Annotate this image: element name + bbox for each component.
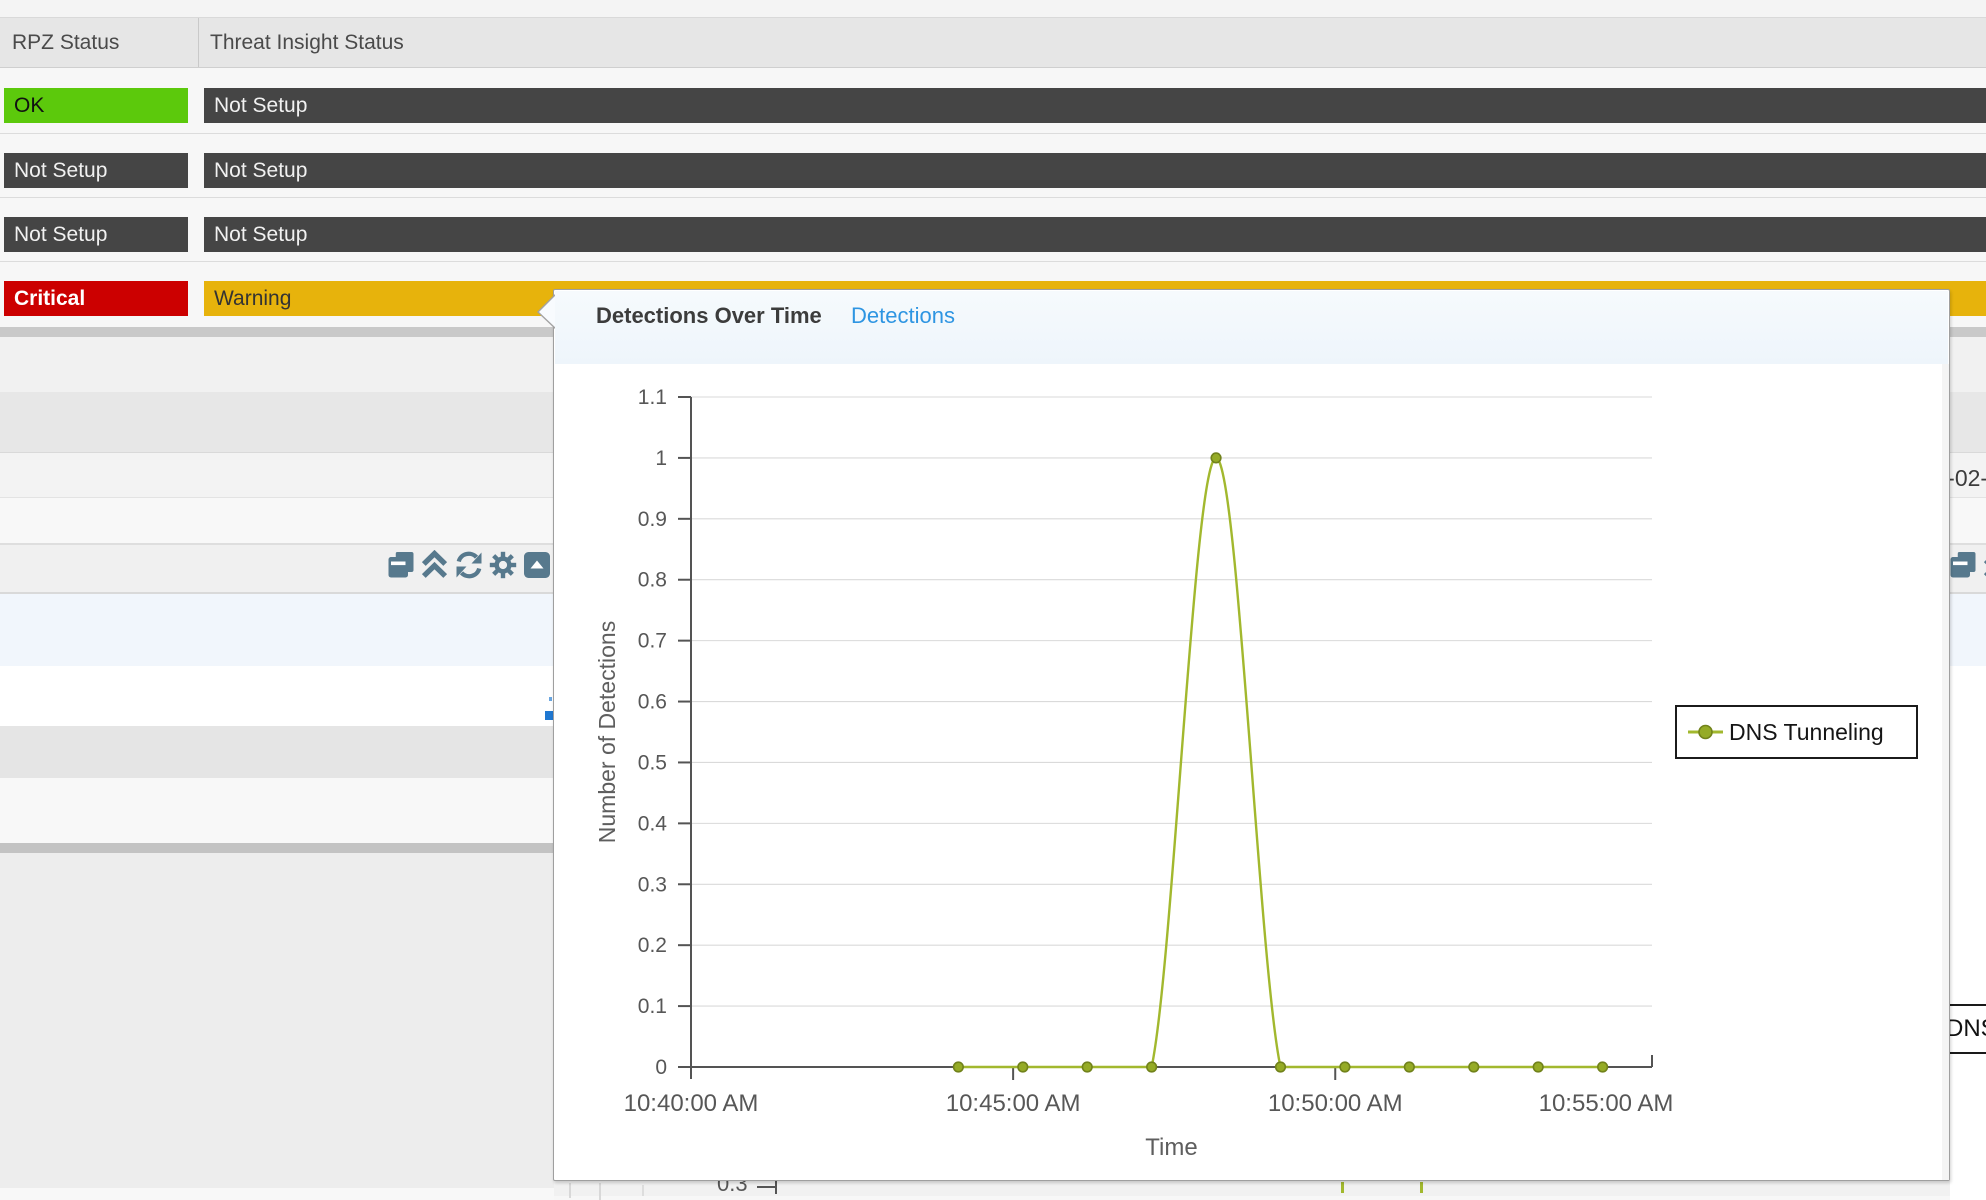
- chart-legend-label[interactable]: DNS Tunneling: [1729, 719, 1884, 745]
- chart-y-tick-label: 0.9: [638, 508, 667, 531]
- right-widget-toolbar-copy-icon[interactable]: [1949, 550, 1977, 580]
- underlying-panel-edge: [569, 1183, 571, 1198]
- status-badge-ti-row1[interactable]: Not Setup: [204, 88, 1986, 123]
- status-table-header: RPZ Status Threat Insight Status: [0, 17, 1986, 68]
- row-divider: [0, 133, 1986, 134]
- series-marker: [1469, 1062, 1479, 1072]
- underlying-panel-edge: [599, 1183, 601, 1200]
- chart-y-tick-label: 0.3: [638, 873, 667, 896]
- status-badge-rpz-row4[interactable]: Critical: [4, 281, 188, 316]
- widget-toolbar-collapse-icon[interactable]: [421, 550, 449, 580]
- chart-y-tick-label: 1: [655, 447, 667, 470]
- chart-y-axis-title: Number of Detections: [594, 621, 620, 843]
- column-divider: [198, 18, 199, 67]
- blue-link-icon: [545, 711, 553, 720]
- chart-y-tick-label: 0.8: [638, 569, 667, 592]
- chart-x-tick-label: 10:40:00 AM: [624, 1090, 759, 1117]
- underlying-yaxis-line: [775, 1181, 777, 1194]
- widget-toolbar-expand-icon-part[interactable]: [523, 550, 551, 580]
- chart-x-tick-label: 10:50:00 AM: [1268, 1090, 1403, 1117]
- widget-toolbar-collapse-icon-part[interactable]: [421, 550, 449, 580]
- widget-toolbar-copy-icon-part-part[interactable]: [391, 562, 406, 566]
- series-marker: [1276, 1062, 1286, 1072]
- right-widget-toolbar-copy-icon-part-part[interactable]: [1953, 562, 1968, 566]
- status-badge-ti-row3[interactable]: Not Setup: [204, 217, 1986, 252]
- bg-band: [0, 1188, 554, 1200]
- widget-toolbar-refresh-icon[interactable]: [455, 550, 483, 580]
- bg-band: [0, 778, 554, 843]
- series-marker: [1405, 1062, 1415, 1072]
- widget-toolbar-refresh-icon-part[interactable]: [455, 550, 483, 580]
- series-marker: [1147, 1062, 1157, 1072]
- column-header-rpz-status[interactable]: RPZ Status: [12, 18, 192, 67]
- widget-toolbar-copy-icon[interactable]: [387, 550, 415, 580]
- chart-x-tick-label: 10:45:00 AM: [946, 1090, 1081, 1117]
- chart-legend[interactable]: DNS Tunneling: [1676, 706, 1917, 758]
- series-marker: [1211, 453, 1221, 463]
- widget-toolbar-settings-icon-part-part[interactable]: [499, 561, 507, 569]
- bg-band: [0, 726, 554, 778]
- bg-band: [0, 0, 1986, 17]
- underlying-legend-label: DNS Tunneling: [1946, 1015, 1986, 1043]
- status-badge-rpz-row3[interactable]: Not Setup: [4, 217, 188, 252]
- bg-band: [0, 666, 554, 726]
- widget-toolbar-refresh-icon-part-part[interactable]: [462, 569, 480, 577]
- chart-y-tick-label: 0.1: [638, 995, 667, 1018]
- chart-y-tick-label: 0: [655, 1056, 667, 1079]
- widget-toolbar-settings-icon-part[interactable]: [489, 550, 517, 580]
- bg-band: [0, 843, 554, 853]
- detections-popup: Detections Over Time Detections 00.10.20…: [553, 289, 1950, 1181]
- widget-toolbar-refresh-icon-part-part[interactable]: [459, 554, 477, 562]
- series-marker: [954, 1062, 964, 1072]
- series-marker: [1598, 1062, 1608, 1072]
- chart-x-axis-title: Time: [1145, 1134, 1197, 1161]
- blue-link-icon-dot: [549, 697, 552, 701]
- widget-toolbar-copy-icon-part-part[interactable]: [389, 557, 409, 578]
- right-widget-toolbar-copy-icon-part-part[interactable]: [1951, 557, 1971, 578]
- chart-x-tick-label: 10:55:00 AM: [1539, 1090, 1674, 1117]
- row-divider: [0, 261, 1986, 262]
- dashboard-screen: RPZ Status Threat Insight Status OK Not S…: [0, 0, 1986, 1200]
- bg-band: [0, 853, 554, 1188]
- status-badge-ti-row2[interactable]: Not Setup: [204, 153, 1986, 188]
- bg-band: [1950, 666, 1986, 1200]
- chart-legend-part[interactable]: [1699, 726, 1712, 739]
- chart-y-tick-label: 0.5: [638, 751, 667, 774]
- underlying-series-fragment: [1341, 1182, 1344, 1193]
- underlying-series-fragment: [1420, 1182, 1423, 1193]
- widget-toolbar-copy-icon-part[interactable]: [387, 550, 415, 580]
- chart-y-tick-label: 1.1: [638, 386, 667, 409]
- series-marker: [1533, 1062, 1543, 1072]
- bg-band: [554, 1196, 1950, 1200]
- widget-toolbar-collapse-icon-part-part[interactable]: [424, 566, 445, 576]
- series-marker: [1018, 1062, 1028, 1072]
- chart-y-tick-label: 0.7: [638, 630, 667, 653]
- series-marker: [1340, 1062, 1350, 1072]
- widget-toolbar-settings-icon[interactable]: [489, 550, 517, 580]
- right-widget-toolbar-copy-icon-part[interactable]: [1949, 550, 1977, 580]
- widget-toolbar-expand-icon[interactable]: [523, 550, 551, 580]
- underlying-panel-edge: [642, 1185, 644, 1196]
- underlying-ytick-mark: [757, 1186, 777, 1188]
- detections-chart: 0 0.1 0.2 0.3 0.4 0.5 0.6 0.7 0.8 0.9 1 1.1 10:40:00…: [554, 290, 1949, 1180]
- bg-band: [554, 1181, 1950, 1196]
- chart-y-tick-label: 0.6: [638, 691, 667, 714]
- status-badge-rpz-row2[interactable]: Not Setup: [4, 153, 188, 188]
- chart-y-tick-label: 0.4: [638, 812, 668, 835]
- status-badge-rpz-row1[interactable]: OK: [4, 88, 188, 123]
- chart-y-tick-label: 0.2: [638, 934, 667, 957]
- row-divider: [0, 197, 1986, 198]
- series-marker: [1082, 1062, 1092, 1072]
- column-header-threat-insight-status[interactable]: Threat Insight Status: [210, 18, 404, 67]
